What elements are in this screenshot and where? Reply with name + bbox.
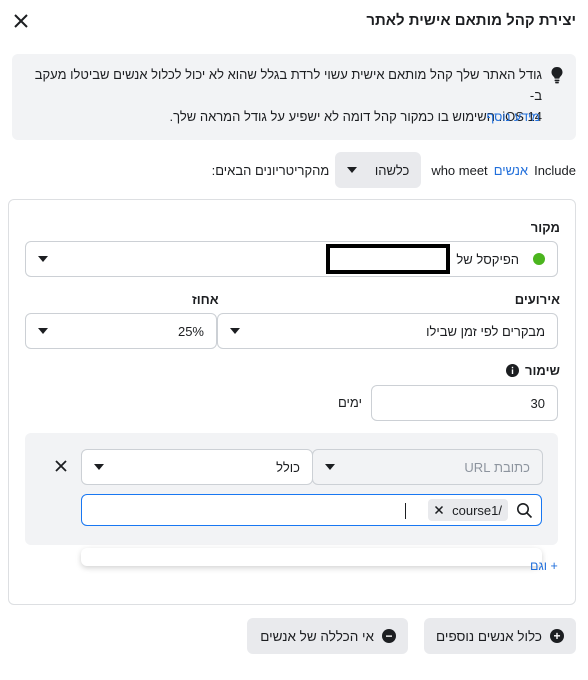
criteria-text: מהקריטריונים הבאים:: [211, 162, 330, 178]
redacted-pixel-name: [326, 244, 451, 274]
retention-value: 30: [530, 395, 545, 411]
source-value: הפיקסל של: [456, 251, 519, 267]
chevron-down-icon: [230, 328, 240, 334]
suggestions-dropdown[interactable]: [81, 548, 542, 566]
chip-value: /course1: [452, 502, 502, 518]
retention-label: שימור: [525, 363, 560, 378]
text-cursor: [405, 503, 406, 519]
who-meet-text: who meet: [431, 162, 488, 178]
chip-remove-icon[interactable]: [434, 505, 444, 515]
include-text: Include: [534, 162, 576, 178]
info-text: גודל האתר שלך קהל מותאם אישית עשוי לרדת …: [26, 64, 542, 127]
close-icon[interactable]: [10, 10, 32, 32]
percentage-value: 25%: [177, 323, 204, 339]
events-value: מבקרים לפי זמן שבילו: [426, 323, 545, 339]
url-field-dropdown[interactable]: כתובת URL: [312, 449, 543, 485]
remove-condition-icon[interactable]: [53, 458, 69, 474]
url-field-placeholder: כתובת URL: [464, 459, 530, 475]
info-banner: גודל האתר שלך קהל מותאם אישית עשוי לרדת …: [12, 54, 576, 140]
chevron-down-icon: [38, 256, 48, 262]
url-chip: /course1: [428, 499, 508, 521]
url-value-input[interactable]: /course1: [81, 494, 542, 526]
chevron-down-icon: [347, 167, 358, 173]
percentage-dropdown[interactable]: 25%: [25, 313, 217, 349]
include-more-label: כלול אנשים נוספים: [436, 628, 542, 644]
info-line-2: iOS 14. השימוש בו כמקור קהל דומה לא ישפי…: [169, 109, 542, 124]
plus-circle-icon: +: [550, 629, 564, 643]
source-label: מקור: [530, 220, 560, 235]
events-label: אירועים: [514, 292, 560, 307]
dialog-title: יצירת קהל מותאם אישית לאתר: [366, 12, 576, 29]
events-dropdown[interactable]: מבקרים לפי זמן שבילו: [217, 313, 558, 349]
learn-more-link[interactable]: מידע נוסף: [487, 110, 541, 124]
status-dot: [533, 253, 545, 265]
include-criteria-row: מהקריטריונים הבאים: כלשהו who meet אנשים…: [212, 152, 576, 188]
retention-unit: ימים: [338, 395, 362, 410]
operator-dropdown[interactable]: כולל: [81, 449, 313, 485]
retention-days-input[interactable]: 30: [371, 385, 558, 421]
minus-circle-icon: −: [382, 629, 396, 643]
exclude-label: אי הכללה של אנשים: [260, 628, 374, 644]
retention-header: שימור: [506, 363, 560, 378]
match-any-dropdown[interactable]: כלשהו: [335, 152, 422, 188]
chevron-down-icon: [325, 464, 335, 470]
source-dropdown[interactable]: הפיקסל של: [25, 241, 558, 277]
info-icon[interactable]: [506, 364, 520, 377]
exclude-button[interactable]: − אי הכללה של אנשים: [247, 618, 408, 654]
search-icon: [517, 503, 533, 519]
match-any-value: כלשהו: [374, 162, 410, 178]
include-more-button[interactable]: + כלול אנשים נוספים: [424, 618, 576, 654]
chevron-down-icon: [94, 464, 104, 470]
lightbulb-icon: [551, 67, 563, 84]
percentage-label: אחוז: [192, 292, 219, 307]
info-line-1: גודל האתר שלך קהל מותאם אישית עשוי לרדת …: [34, 67, 542, 103]
add-and-link[interactable]: + וגם: [530, 559, 558, 573]
chevron-down-icon: [38, 328, 48, 334]
people-link[interactable]: אנשים: [494, 163, 528, 178]
operator-value: כולל: [276, 459, 300, 475]
